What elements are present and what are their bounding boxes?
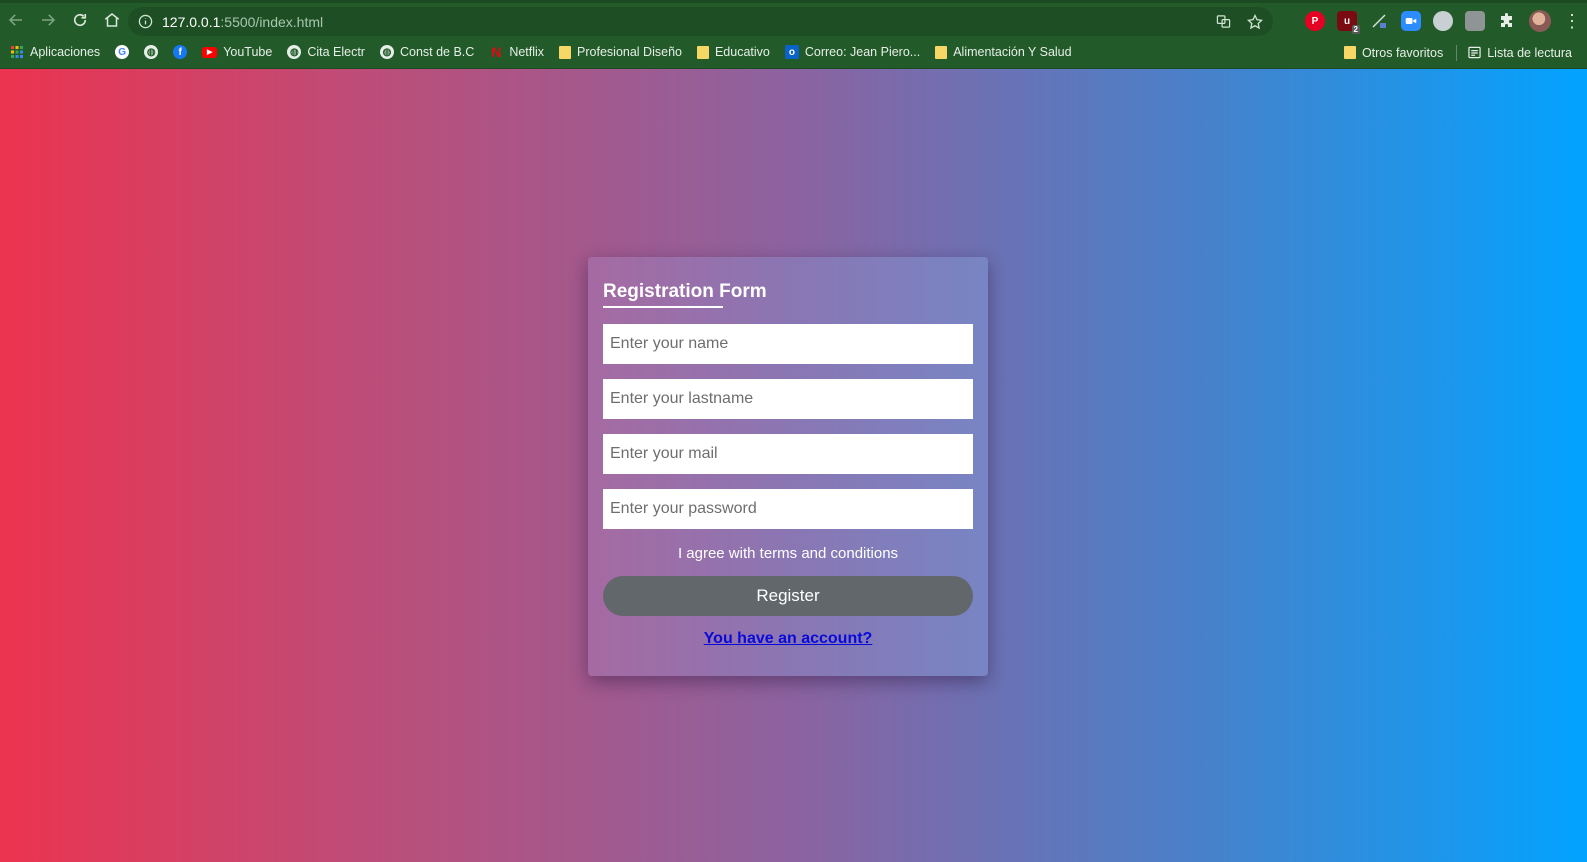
zoom-icon[interactable] [1401,11,1421,31]
bookmarks-divider [1456,44,1458,61]
folder-icon [559,45,572,59]
bookmark-aplicaciones[interactable]: Aplicaciones [4,39,109,65]
form-title: Registration Form [603,281,767,302]
bookmark-label: Cita Electr [307,45,365,59]
bookmark-youtube[interactable]: ▶ YouTube [196,39,281,65]
pen-tool-icon[interactable] [1369,11,1389,31]
page-viewport: Registration Form I agree with terms and… [0,69,1587,862]
globe-icon: ◍ [379,45,394,59]
bookmark-label: Aplicaciones [30,45,101,59]
puzzle-icon[interactable] [1497,11,1517,31]
ublock-icon[interactable]: u2 [1337,11,1360,34]
address-bar[interactable]: 127.0.0.1:5500/index.html [128,7,1273,36]
globe-icon: ◍ [287,45,302,59]
lastname-input[interactable] [603,379,973,419]
bookmark-cita-electr[interactable]: ◍ Cita Electr [281,39,374,65]
extension-badge: 2 [1351,25,1360,34]
profile-avatar[interactable] [1529,10,1551,32]
cloud-extension-icon[interactable] [1433,11,1453,31]
reload-icon[interactable] [64,4,96,36]
reading-list-button[interactable]: Lista de lectura [1461,40,1581,66]
globe-icon: ◍ [144,45,159,59]
bookmark-label: Educativo [714,45,770,59]
pdf-extension-icon[interactable] [1465,11,1485,31]
facebook-icon: f [173,45,188,59]
account-link-wrapper: You have an account? [603,630,973,648]
netflix-icon: N [491,44,502,60]
back-arrow-icon[interactable] [0,4,32,36]
menu-kebab-icon[interactable]: ⋮ [1563,12,1581,30]
bookmark-const-bc[interactable]: ◍ Const de B.C [374,39,483,65]
browser-toolbar: 127.0.0.1:5500/index.html P u2 ⋮ [0,0,1587,36]
title-underline [603,306,723,308]
bookmark-label: Alimentación Y Salud [953,45,1072,59]
name-input[interactable] [603,324,973,364]
reading-list-icon [1467,46,1481,60]
star-icon[interactable] [1246,13,1263,30]
password-input[interactable] [603,489,973,529]
url-path: :5500/index.html [220,13,324,30]
bookmark-globe[interactable]: ◍ [138,39,167,65]
apps-grid-icon [10,45,24,59]
bookmarks-bar: Aplicaciones G ◍ f ▶ YouTube ◍ Cita Elec… [0,36,1587,69]
folder-icon [1343,46,1356,59]
register-button[interactable]: Register [603,576,973,616]
terms-text[interactable]: I agree with terms and conditions [603,544,973,568]
forward-arrow-icon[interactable] [32,4,64,36]
youtube-icon: ▶ [202,46,218,58]
folder-icon [935,45,948,59]
info-icon[interactable] [138,14,154,30]
url-text: 127.0.0.1:5500/index.html [162,14,323,30]
home-icon[interactable] [96,4,128,36]
bookmark-label: Correo: Jean Piero... [804,45,921,59]
bookmark-label: YouTube [223,45,273,59]
bookmark-educativo[interactable]: Educativo [691,39,779,65]
translate-icon[interactable] [1215,13,1232,30]
bookmark-netflix[interactable]: N Netflix [483,39,553,65]
bookmark-alimentacion[interactable]: Alimentación Y Salud [929,39,1080,65]
mail-input[interactable] [603,434,973,474]
pinterest-icon[interactable]: P [1305,11,1325,31]
registration-form: Registration Form I agree with terms and… [588,257,988,676]
reading-list-label: Lista de lectura [1487,45,1572,60]
bookmark-profesional-diseno[interactable]: Profesional Diseño [553,39,691,65]
bookmark-label: Const de B.C [399,45,475,59]
extensions-area: P u2 ⋮ [1305,6,1587,36]
account-link[interactable]: You have an account? [704,630,873,647]
bookmark-facebook[interactable]: f [167,39,196,65]
other-favorites-label: Otros favoritos [1361,45,1444,60]
url-host: 127.0.0.1 [162,13,221,30]
bookmark-correo[interactable]: o Correo: Jean Piero... [779,39,929,65]
bookmark-google[interactable]: G [109,39,138,65]
bookmark-otros-favoritos[interactable]: Otros favoritos [1338,40,1452,66]
bookmark-label: Profesional Diseño [577,45,682,59]
outlook-icon: o [784,45,799,59]
bookmark-label: Netflix [509,45,545,59]
google-icon: G [115,45,130,59]
folder-icon [696,45,709,59]
